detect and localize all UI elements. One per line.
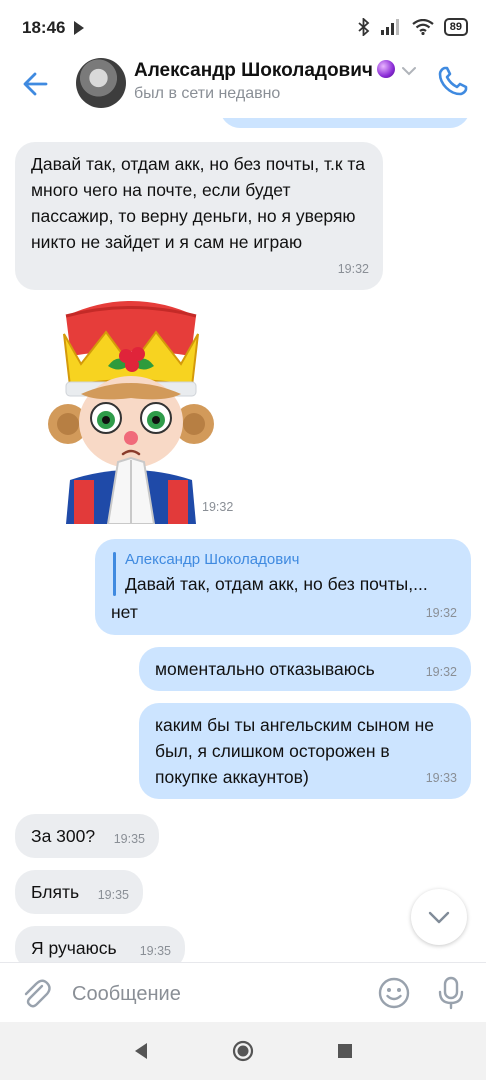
reply-author: Александр Шоколадович xyxy=(125,551,300,568)
message-incoming[interactable]: За 300? 19:35 xyxy=(15,814,159,858)
message-composer: Сообщение xyxy=(0,962,486,1023)
sticker-time: 19:32 xyxy=(202,500,234,514)
smiley-icon[interactable] xyxy=(377,976,411,1010)
phone-icon[interactable] xyxy=(436,64,470,98)
message-input[interactable]: Сообщение xyxy=(72,983,181,1006)
message-text: нет xyxy=(111,602,138,622)
square-recents-icon[interactable] xyxy=(336,1042,354,1060)
message-text: Давай так, отдам акк, но без почты, т.к … xyxy=(31,154,365,252)
circle-home-icon[interactable] xyxy=(231,1039,255,1063)
arrow-left-icon[interactable] xyxy=(18,66,54,102)
message-outgoing[interactable]: моментально отказываюсь 19:32 xyxy=(139,647,471,691)
contact-name: Александр Шоколадович xyxy=(134,60,373,81)
message-time: 19:32 xyxy=(337,262,369,276)
message-outgoing[interactable]: каким бы ты ангельским сыном не был, я с… xyxy=(139,703,471,799)
chat-header: Александр Шоколадович был в сети недавно xyxy=(0,56,486,118)
message-text: Я ручаюсь xyxy=(31,938,117,958)
crystal-ball-icon xyxy=(376,60,395,78)
message-outgoing-reply[interactable]: Александр Шоколадович Давай так, отдам а… xyxy=(95,539,471,635)
microphone-icon[interactable] xyxy=(436,976,466,1010)
paperclip-icon[interactable] xyxy=(18,975,54,1011)
signal-icon xyxy=(380,19,399,35)
message-incoming[interactable]: Я ручаюсь 19:35 xyxy=(15,926,185,962)
wifi-icon xyxy=(412,19,434,35)
message-list[interactable]: Давай так, отдам акк, но без почты, т.к … xyxy=(0,118,486,962)
message-text: каким бы ты ангельским сыном не был, я с… xyxy=(155,715,434,787)
reply-text: Давай так, отдам акк, но без почты,... xyxy=(125,574,428,594)
status-time: 18:46 xyxy=(22,18,66,37)
triangle-back-icon[interactable] xyxy=(131,1041,151,1061)
nutcracker-praying-sticker xyxy=(48,301,214,525)
bluetooth-icon xyxy=(358,18,370,36)
message-text: моментально отказываюсь xyxy=(155,659,375,679)
status-icons: 89 xyxy=(358,16,468,38)
message-time: 19:32 xyxy=(425,606,457,620)
chevron-down-icon xyxy=(428,911,450,924)
reply-quote-bar xyxy=(113,552,116,596)
message-incoming[interactable]: Блять 19:35 xyxy=(15,870,143,914)
system-nav-bar xyxy=(0,1022,486,1080)
message-partial-outgoing xyxy=(220,118,470,128)
message-time: 19:35 xyxy=(139,944,171,958)
message-time: 19:35 xyxy=(113,832,145,846)
message-incoming[interactable]: Давай так, отдам акк, но без почты, т.к … xyxy=(15,142,383,290)
media-playing-icon xyxy=(74,21,84,35)
scroll-down-button[interactable] xyxy=(411,889,467,945)
message-time: 19:33 xyxy=(425,771,457,785)
message-time: 19:32 xyxy=(425,665,457,679)
presence-status: был в сети недавно xyxy=(134,85,281,102)
message-text: За 300? xyxy=(31,826,96,846)
status-bar: 18:46 89 xyxy=(0,0,486,56)
chevron-down-icon[interactable] xyxy=(402,66,416,76)
avatar[interactable] xyxy=(76,58,126,108)
battery-level: 89 xyxy=(443,18,468,36)
message-text: Блять xyxy=(31,882,80,902)
sticker-message[interactable]: 19:32 xyxy=(46,294,246,525)
message-time: 19:35 xyxy=(97,888,129,902)
contact-name-row[interactable]: Александр Шоколадович xyxy=(134,60,395,82)
